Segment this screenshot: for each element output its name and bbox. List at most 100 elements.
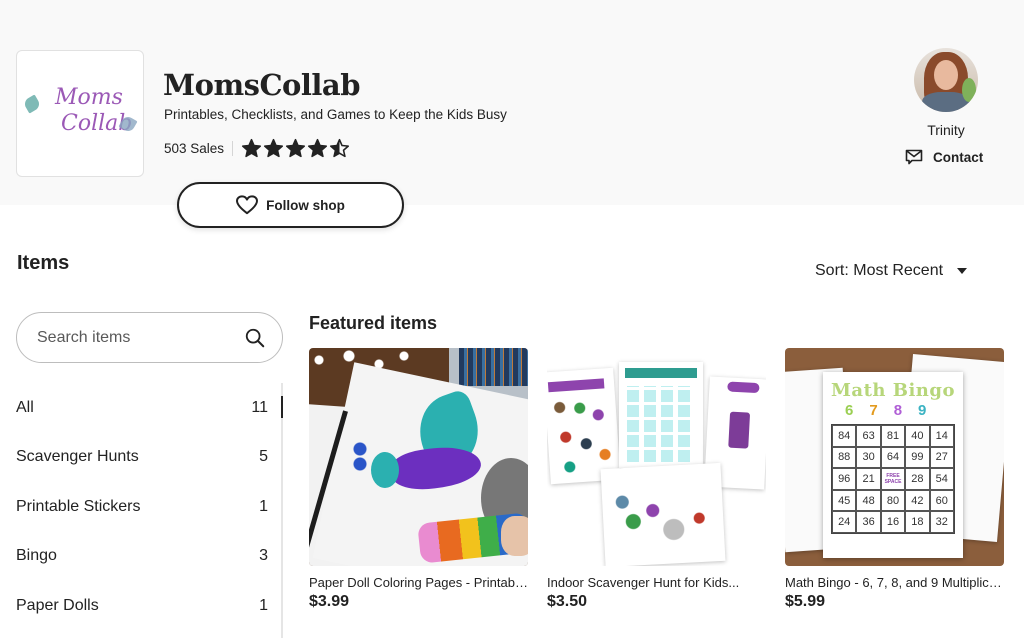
shop-logo[interactable]: Moms Collab: [16, 50, 144, 177]
section-item-printable-stickers[interactable]: Printable Stickers 1: [16, 482, 272, 532]
sheet-scene: [611, 477, 715, 553]
star-full-icon: [308, 138, 328, 157]
shop-name: MomsCollab: [163, 68, 360, 102]
follow-shop-button[interactable]: Follow shop: [177, 182, 404, 228]
bingo-cell: 42: [905, 489, 930, 512]
section-count: 11: [251, 398, 268, 416]
owner-avatar[interactable]: [914, 48, 978, 112]
bingo-cell: 45: [832, 489, 857, 512]
bingo-cell: 24: [832, 511, 857, 533]
star-full-icon: [264, 138, 284, 157]
image-sheet: [619, 362, 703, 468]
sections-scroll-rail[interactable]: [281, 383, 283, 638]
contact-owner-link[interactable]: Contact: [905, 149, 983, 165]
bingo-cell: 30: [856, 446, 881, 469]
bingo-cell: 84: [832, 425, 857, 447]
sheet-phone: [728, 411, 751, 449]
section-label: Scavenger Hunts: [16, 448, 139, 466]
section-item-paper-dolls[interactable]: Paper Dolls 1: [16, 581, 272, 631]
listing-card[interactable]: Indoor Scavenger Hunt for Kids... $3.50: [547, 348, 766, 611]
section-item-scavenger-hunts[interactable]: Scavenger Hunts 5: [16, 433, 272, 483]
section-label: Bingo: [16, 547, 57, 565]
listing-title[interactable]: Paper Doll Coloring Pages - Printable...: [309, 575, 528, 590]
image-colored-pencils: [459, 348, 528, 386]
bingo-cell: 64: [880, 446, 906, 469]
shop-owner[interactable]: Trinity: [900, 48, 992, 138]
section-item-bingo[interactable]: Bingo 3: [16, 532, 272, 582]
active-section-indicator: [281, 396, 283, 418]
bingo-cell: 18: [905, 511, 930, 533]
bingo-cell: 21: [856, 468, 881, 490]
bingo-cell: 36: [856, 511, 881, 533]
contact-label: Contact: [933, 149, 984, 165]
image-sheet: [600, 462, 726, 566]
listing-price: $3.99: [309, 593, 350, 610]
star-full-icon: [286, 138, 306, 157]
listing-card[interactable]: Math Bingo 6789 84 63 81 40 14 88 30 64 99 27 96 21…: [785, 348, 1004, 611]
search-items-field[interactable]: [16, 312, 283, 363]
bingo-cell: 54: [929, 468, 954, 490]
bingo-number: 6: [845, 402, 854, 419]
items-heading: Items: [17, 252, 70, 274]
bingo-cell: 96: [832, 468, 857, 490]
shop-header: [0, 0, 1024, 205]
listing-card[interactable]: Paper Doll Coloring Pages - Printable...…: [309, 348, 528, 611]
image-blue-dots: [353, 442, 367, 472]
heart-outline-icon: [236, 195, 259, 215]
search-icon[interactable]: [244, 326, 266, 350]
shop-sections-list: All 11 Scavenger Hunts 5 Printable Stickers 1…: [16, 383, 272, 631]
flower-decoration-icon: [22, 94, 42, 114]
logo-text-moms: Moms: [55, 85, 123, 110]
star-full-icon: [242, 138, 262, 157]
sales-count: 503 Sales: [164, 140, 225, 156]
bingo-cell: 28: [905, 468, 930, 490]
follow-shop-label: Follow shop: [266, 197, 345, 213]
section-label: Paper Dolls: [16, 596, 99, 614]
listing-title[interactable]: Math Bingo - 6, 7, 8, and 9 Multiplicati…: [785, 575, 1004, 590]
owner-name: Trinity: [927, 122, 965, 138]
bingo-grid: 84 63 81 40 14 88 30 64 99 27 96 21 FREE SPACE 28 54 45…: [831, 424, 955, 534]
sheet-banner: [547, 378, 605, 393]
section-count: 5: [259, 448, 268, 466]
listing-image[interactable]: [309, 348, 528, 566]
bingo-number: 9: [918, 402, 927, 419]
bingo-numbers: 6789: [845, 402, 942, 419]
section-count: 1: [259, 497, 268, 515]
avatar-face: [934, 60, 958, 90]
sheet-grid: [627, 386, 695, 462]
bingo-cell: 80: [880, 489, 906, 512]
shop-stats: 503 Sales: [164, 137, 350, 159]
stats-divider: [232, 140, 234, 156]
star-rating[interactable]: [241, 138, 350, 159]
image-mermaid-fin: [371, 452, 399, 488]
bingo-cell: 88: [832, 446, 857, 469]
featured-items-heading: Featured items: [309, 313, 438, 333]
listing-image[interactable]: [547, 348, 766, 566]
sort-dropdown[interactable]: Sort: Most Recent: [815, 262, 968, 280]
message-icon: [905, 149, 923, 165]
bingo-cell: 48: [856, 489, 881, 512]
bingo-cell: 27: [929, 446, 954, 469]
bingo-heading: Math Bingo: [831, 380, 955, 401]
bingo-cell: 60: [929, 489, 954, 512]
bingo-cell: 99: [905, 446, 930, 469]
listing-image[interactable]: Math Bingo 6789 84 63 81 40 14 88 30 64 99 27 96 21…: [785, 348, 1004, 566]
sheet-banner: [727, 381, 760, 394]
bingo-cell: 81: [880, 425, 906, 447]
image-sheet: [547, 367, 621, 485]
star-half-icon: [330, 138, 350, 157]
bingo-cell: 14: [929, 425, 954, 447]
sheet-banner: [625, 368, 697, 378]
sort-label: Sort: Most Recent: [815, 262, 944, 279]
listing-title[interactable]: Indoor Scavenger Hunt for Kids...: [547, 575, 766, 590]
listing-price: $5.99: [785, 593, 826, 610]
listing-price: $3.50: [547, 593, 588, 610]
section-item-all[interactable]: All 11: [16, 383, 272, 433]
image-hand: [501, 516, 528, 556]
caret-down-icon: [957, 268, 968, 274]
search-items-input[interactable]: [37, 328, 244, 347]
bingo-cell: 63: [856, 425, 881, 447]
bingo-cell: FREE SPACE: [880, 468, 906, 490]
bingo-number: 8: [893, 402, 903, 419]
section-count: 1: [259, 596, 268, 614]
